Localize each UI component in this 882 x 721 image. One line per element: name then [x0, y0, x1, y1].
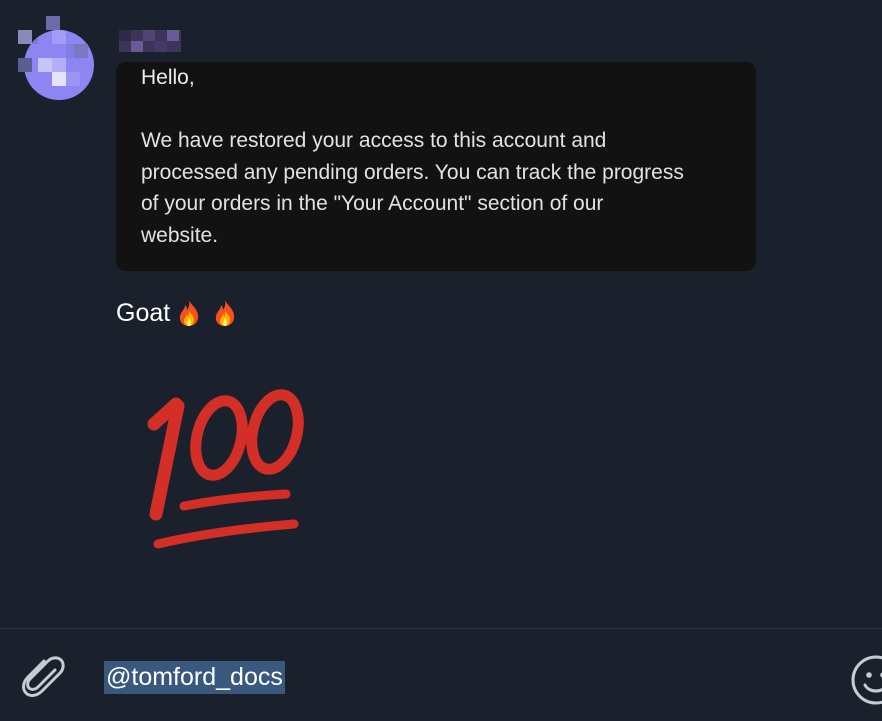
hundred-points-icon[interactable]: [146, 372, 316, 554]
sender-avatar-button[interactable]: [18, 16, 100, 100]
message-bubble[interactable]: Goat: [116, 296, 240, 330]
smiley-icon[interactable]: [850, 654, 882, 706]
paperclip-icon[interactable]: [18, 652, 70, 704]
quoted-message: Hello, We have restored your access to t…: [116, 62, 756, 271]
sender-name-blurred[interactable]: [119, 30, 181, 52]
message-input[interactable]: @tomford_docs: [104, 661, 285, 694]
message-text: Goat: [116, 298, 171, 327]
chat-area: Hello, We have restored your access to t…: [0, 0, 882, 628]
quoted-message-greeting: Hello,: [141, 66, 195, 89]
quoted-message-body: We have restored your access to this acc…: [141, 129, 684, 247]
fire-icon: [216, 300, 235, 326]
fire-icon: [180, 300, 199, 326]
avatar: [24, 30, 94, 100]
